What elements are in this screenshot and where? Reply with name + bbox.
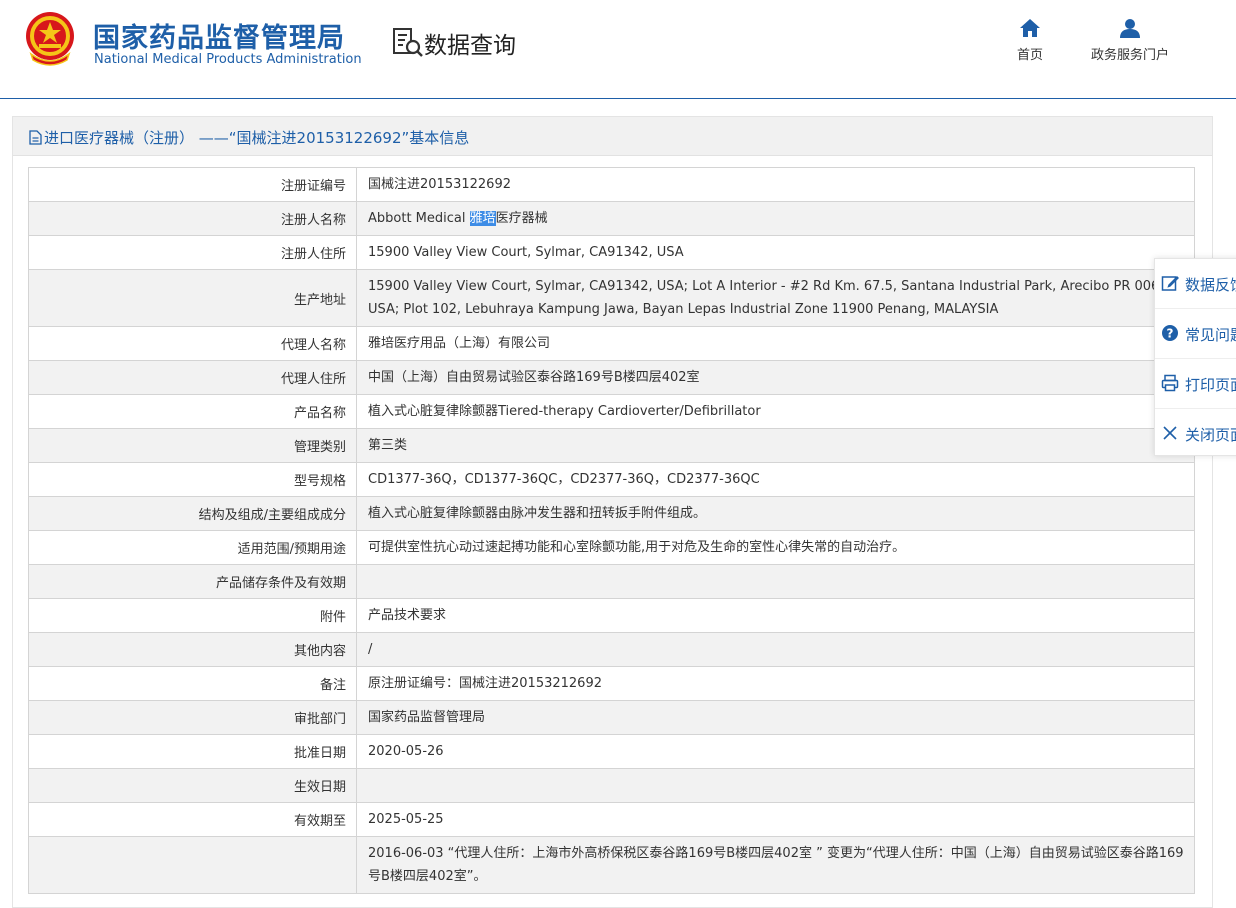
row-label: 生产地址 xyxy=(28,269,357,327)
row-label: 产品储存条件及有效期 xyxy=(28,564,357,599)
row-value: 中国（上海）自由贸易试验区泰谷路169号B楼四层402室 xyxy=(356,360,1195,395)
row-value: 国械注进20153122692 xyxy=(356,167,1195,202)
table-row: 管理类别 第三类 xyxy=(28,428,1195,463)
row-label: 批准日期 xyxy=(28,734,357,769)
row-value: 2025-05-25 xyxy=(356,802,1195,837)
row-label: 审批部门 xyxy=(28,700,357,735)
table-row: 代理人名称 雅培医疗用品（上海）有限公司 xyxy=(28,326,1195,361)
table-row: 注册人名称 Abbott Medical 雅培医疗器械 xyxy=(28,201,1195,236)
brand-name-cn: 国家药品监督管理局 xyxy=(93,23,345,54)
row-value: 产品技术要求 xyxy=(356,598,1195,633)
table-row: 代理人住所 中国（上海）自由贸易试验区泰谷路169号B楼四层402室 xyxy=(28,360,1195,395)
close-page-label: 关闭页面 xyxy=(1185,426,1236,444)
user-icon xyxy=(1120,19,1140,38)
data-feedback-label: 数据反馈 xyxy=(1185,276,1236,294)
data-feedback-button[interactable]: 数据反馈 xyxy=(1155,259,1236,309)
row-value: 可提供室性抗心动过速起搏功能和心室除颤功能,用于对危及生命的室性心律失常的自动治… xyxy=(356,530,1195,565)
edit-icon xyxy=(1161,276,1179,291)
question-icon: ? xyxy=(1162,325,1178,341)
panel-title-text: 进口医疗器械（注册） ——“国械注进20153122692”基本信息 xyxy=(44,129,470,147)
row-value xyxy=(356,768,1195,803)
table-row: 产品储存条件及有效期 xyxy=(28,564,1195,599)
brand-name-en: National Medical Products Administration xyxy=(94,52,362,67)
row-label: 备注 xyxy=(28,666,357,701)
row-value: Abbott Medical 雅培医疗器械 xyxy=(356,201,1195,236)
row-value xyxy=(356,564,1195,599)
row-value: 15900 Valley View Court, Sylmar, CA91342… xyxy=(356,269,1195,327)
row-value: 国家药品监督管理局 xyxy=(356,700,1195,735)
svg-text:?: ? xyxy=(1167,327,1174,341)
row-label xyxy=(28,836,357,894)
row-value: 植入式心脏复律除颤器由脉冲发生器和扭转扳手附件组成。 xyxy=(356,496,1195,531)
table-row: 产品名称 植入式心脏复律除颤器Tiered-therapy Cardiovert… xyxy=(28,394,1195,429)
table-row: 审批部门 国家药品监督管理局 xyxy=(28,700,1195,735)
table-row: 附件 产品技术要求 xyxy=(28,598,1195,633)
row-label: 适用范围/预期用途 xyxy=(28,530,357,565)
table-row: 注册证编号 国械注进20153122692 xyxy=(28,167,1195,202)
table-row: 备注 原注册证编号：国械注进20153212692 xyxy=(28,666,1195,701)
row-value: CD1377-36Q，CD1377-36QC，CD2377-36Q，CD2377… xyxy=(356,462,1195,497)
row-value: 15900 Valley View Court, Sylmar, CA91342… xyxy=(356,235,1195,270)
row-label: 代理人名称 xyxy=(28,326,357,361)
data-query-title: 数据查询 xyxy=(424,33,516,59)
row-value: 原注册证编号：国械注进20153212692 xyxy=(356,666,1195,701)
row-label: 代理人住所 xyxy=(28,360,357,395)
row-label: 型号规格 xyxy=(28,462,357,497)
row-label: 其他内容 xyxy=(28,632,357,667)
row-label: 注册人名称 xyxy=(28,201,357,236)
nav-home-label: 首页 xyxy=(1016,48,1043,63)
value-text: Abbott Medical xyxy=(368,211,470,226)
row-value: 2020-05-26 xyxy=(356,734,1195,769)
print-page-label: 打印页面 xyxy=(1185,376,1236,394)
faq-button[interactable]: ? 常见问题 xyxy=(1155,309,1236,359)
detail-panel: 进口医疗器械（注册） ——“国械注进20153122692”基本信息 注册证编号… xyxy=(12,116,1213,908)
row-label: 注册人住所 xyxy=(28,235,357,270)
panel-header: 进口医疗器械（注册） ——“国械注进20153122692”基本信息 xyxy=(13,117,1212,156)
data-query-icon xyxy=(393,28,423,57)
print-page-button[interactable]: 打印页面 xyxy=(1155,359,1236,409)
row-label: 结构及组成/主要组成成分 xyxy=(28,496,357,531)
table-row: 有效期至 2025-05-25 xyxy=(28,802,1195,837)
nav-portal-label: 政务服务门户 xyxy=(1090,48,1169,63)
registration-info-table: 注册证编号 国械注进20153122692 注册人名称 Abbott Medic… xyxy=(28,167,1195,894)
close-page-button[interactable]: 关闭页面 xyxy=(1155,409,1236,458)
print-icon xyxy=(1161,374,1179,392)
national-emblem-icon xyxy=(26,12,74,66)
table-row: 2016-06-03 “代理人住所：上海市外高桥保税区泰谷路169号B楼四层40… xyxy=(28,836,1195,894)
table-row: 注册人住所 15900 Valley View Court, Sylmar, C… xyxy=(28,235,1195,270)
row-label: 注册证编号 xyxy=(28,167,357,202)
table-row: 生产地址 15900 Valley View Court, Sylmar, CA… xyxy=(28,269,1195,327)
table-row: 型号规格 CD1377-36Q，CD1377-36QC，CD2377-36Q，C… xyxy=(28,462,1195,497)
close-icon xyxy=(1163,426,1177,440)
row-value: 第三类 xyxy=(356,428,1195,463)
table-row: 批准日期 2020-05-26 xyxy=(28,734,1195,769)
faq-label: 常见问题 xyxy=(1185,326,1236,344)
home-icon xyxy=(1020,19,1040,37)
table-row: 生效日期 xyxy=(28,768,1195,803)
panel-title: 进口医疗器械（注册） ——“国械注进20153122692”基本信息 xyxy=(29,127,469,148)
floating-side-menu: 数据反馈 ? 常见问题 打印页面 关闭页面 xyxy=(1154,258,1236,456)
site-header: 国家药品监督管理局 National Medical Products Admi… xyxy=(0,0,1236,99)
selected-text: 雅培 xyxy=(469,211,496,226)
document-icon xyxy=(29,130,42,145)
row-label: 附件 xyxy=(28,598,357,633)
row-value: / xyxy=(356,632,1195,667)
nav-home[interactable]: 首页 xyxy=(1010,18,1050,63)
row-label: 管理类别 xyxy=(28,428,357,463)
nav-government-service-portal[interactable]: 政务服务门户 xyxy=(1085,18,1175,63)
table-row: 其他内容 / xyxy=(28,632,1195,667)
row-label: 产品名称 xyxy=(28,394,357,429)
row-value: 植入式心脏复律除颤器Tiered-therapy Cardioverter/De… xyxy=(356,394,1195,429)
table-row: 适用范围/预期用途 可提供室性抗心动过速起搏功能和心室除颤功能,用于对危及生命的… xyxy=(28,530,1195,565)
row-label: 有效期至 xyxy=(28,802,357,837)
table-row: 结构及组成/主要组成成分 植入式心脏复律除颤器由脉冲发生器和扭转扳手附件组成。 xyxy=(28,496,1195,531)
row-label: 生效日期 xyxy=(28,768,357,803)
value-text: 医疗器械 xyxy=(495,211,548,226)
row-value: 2016-06-03 “代理人住所：上海市外高桥保税区泰谷路169号B楼四层40… xyxy=(356,836,1195,894)
row-value: 雅培医疗用品（上海）有限公司 xyxy=(356,326,1195,361)
